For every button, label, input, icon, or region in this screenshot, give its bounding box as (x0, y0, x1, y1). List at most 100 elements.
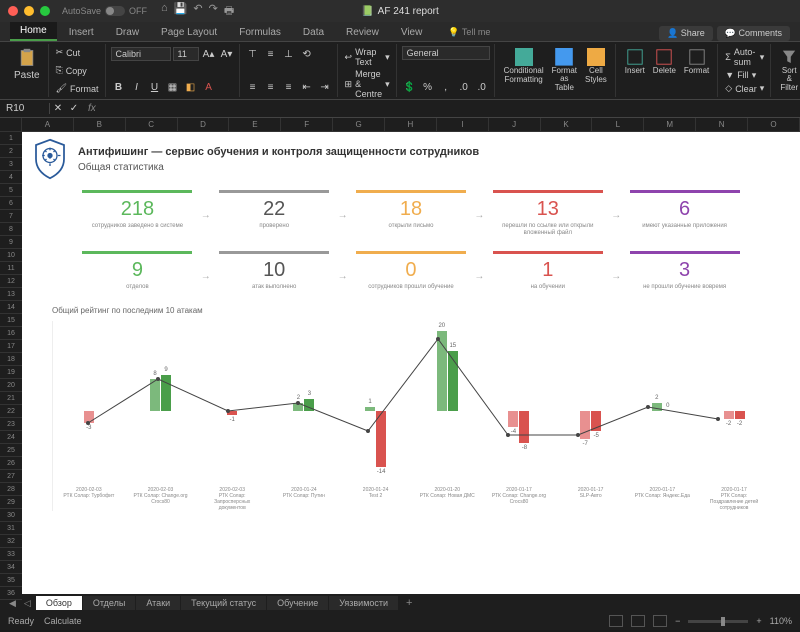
toggle-icon[interactable] (105, 6, 125, 16)
format-cells-button[interactable]: Format (680, 46, 713, 95)
worksheet[interactable]: Антифишинг — сервис обучения и контроля … (22, 132, 800, 594)
row-header[interactable]: 21 (0, 392, 22, 405)
decrease-font-icon[interactable]: A▾ (219, 46, 235, 62)
orientation-icon[interactable]: ⟲ (299, 46, 315, 62)
comments-button[interactable]: 💬 Comments (717, 26, 790, 41)
autosum-button[interactable]: Σ Auto-sum ▾ (723, 46, 766, 68)
redo-icon[interactable]: ↷ (209, 2, 218, 21)
enter-icon[interactable]: ✓ (66, 101, 82, 117)
tab-nav-prev-icon[interactable]: ◁ (21, 598, 34, 609)
row-header[interactable]: 20 (0, 379, 22, 392)
font-select[interactable]: Calibri (111, 47, 171, 61)
zoom-out-icon[interactable]: − (675, 616, 680, 626)
italic-button[interactable]: I (129, 79, 145, 95)
row-header[interactable]: 1 (0, 132, 22, 145)
row-header[interactable]: 11 (0, 262, 22, 275)
tab-data[interactable]: Data (293, 24, 334, 41)
row-header[interactable]: 9 (0, 236, 22, 249)
maximize-icon[interactable] (40, 6, 50, 16)
row-header[interactable]: 24 (0, 431, 22, 444)
align-top-icon[interactable]: ⊤ (245, 46, 261, 62)
row-header[interactable]: 30 (0, 509, 22, 522)
col-header[interactable]: L (592, 118, 644, 131)
print-icon[interactable]: 🖶 (224, 2, 234, 21)
tab-view[interactable]: View (391, 24, 433, 41)
col-header[interactable]: C (126, 118, 178, 131)
cell-styles-button[interactable]: Cell Styles (581, 46, 611, 95)
conditional-formatting-button[interactable]: Conditional Formatting (500, 46, 548, 95)
tab-nav-first-icon[interactable]: ◀ (6, 598, 19, 609)
tab-insert[interactable]: Insert (59, 24, 104, 41)
sheet-tab[interactable]: Атаки (136, 596, 180, 610)
clear-button[interactable]: ◇ Clear ▾ (723, 82, 766, 95)
col-header[interactable]: G (333, 118, 385, 131)
row-header[interactable]: 16 (0, 327, 22, 340)
border-button[interactable]: ▦ (165, 79, 181, 95)
normal-view-icon[interactable] (609, 615, 623, 627)
tab-page-layout[interactable]: Page Layout (151, 24, 227, 41)
sheet-tab[interactable]: Текущий статус (181, 596, 266, 610)
row-header[interactable]: 29 (0, 496, 22, 509)
home-icon[interactable]: ⌂ (161, 2, 168, 21)
align-bottom-icon[interactable]: ⊥ (281, 46, 297, 62)
col-header[interactable]: E (229, 118, 281, 131)
comma-icon[interactable]: , (438, 79, 454, 95)
row-header[interactable]: 22 (0, 405, 22, 418)
merge-button[interactable]: ⊞ Merge & Centre ▾ (343, 68, 392, 100)
cut-button[interactable]: ✂ Cut (54, 46, 101, 59)
currency-icon[interactable]: 💲 (402, 79, 418, 95)
zoom-slider[interactable] (688, 620, 748, 623)
tab-formulas[interactable]: Formulas (229, 24, 291, 41)
minimize-icon[interactable] (24, 6, 34, 16)
copy-button[interactable]: ⎘ Copy (54, 64, 101, 77)
sheet-tab[interactable]: Уязвимости (329, 596, 398, 610)
paste-button[interactable]: Paste (10, 46, 44, 83)
row-header[interactable]: 14 (0, 301, 22, 314)
col-header[interactable]: I (437, 118, 489, 131)
increase-font-icon[interactable]: A▴ (201, 46, 217, 62)
col-header[interactable]: M (644, 118, 696, 131)
align-right-icon[interactable]: ≡ (281, 79, 297, 95)
chart[interactable]: -389-1231-142015-4-8-7-520-2-2 2020-02-0… (52, 321, 770, 511)
row-header[interactable]: 2 (0, 145, 22, 158)
sort-filter-button[interactable]: Sort & Filter (776, 46, 800, 95)
zoom-level[interactable]: 110% (770, 616, 792, 626)
col-header[interactable]: H (385, 118, 437, 131)
row-header[interactable]: 33 (0, 548, 22, 561)
page-layout-view-icon[interactable] (631, 615, 645, 627)
row-header[interactable]: 15 (0, 314, 22, 327)
name-box[interactable]: R10 (0, 103, 50, 114)
row-header[interactable]: 26 (0, 457, 22, 470)
fill-button[interactable]: ▼ Fill ▾ (723, 69, 766, 82)
row-header[interactable]: 19 (0, 366, 22, 379)
underline-button[interactable]: U (147, 79, 163, 95)
tell-me[interactable]: 💡 Tell me (438, 24, 500, 41)
row-header[interactable]: 28 (0, 483, 22, 496)
row-header[interactable]: 13 (0, 288, 22, 301)
col-header[interactable]: B (74, 118, 126, 131)
col-header[interactable]: F (281, 118, 333, 131)
indent-right-icon[interactable]: ⇥ (317, 79, 333, 95)
increase-decimal-icon[interactable]: .0 (456, 79, 472, 95)
wrap-text-button[interactable]: ↩ Wrap Text ▾ (343, 46, 392, 68)
font-color-button[interactable]: A (201, 79, 217, 95)
decrease-decimal-icon[interactable]: .0 (474, 79, 490, 95)
cancel-icon[interactable]: ✕ (50, 101, 66, 117)
sheet-tab[interactable]: Отделы (83, 596, 136, 610)
align-center-icon[interactable]: ≡ (263, 79, 279, 95)
fill-color-button[interactable]: ◧ (183, 79, 199, 95)
row-header[interactable]: 17 (0, 340, 22, 353)
row-header[interactable]: 18 (0, 353, 22, 366)
number-format-select[interactable]: General (402, 46, 490, 60)
col-header[interactable]: A (22, 118, 74, 131)
row-header[interactable]: 31 (0, 522, 22, 535)
sheet-tab[interactable]: Обзор (36, 596, 82, 610)
row-header[interactable]: 7 (0, 210, 22, 223)
format-as-table-button[interactable]: Format as Table (548, 46, 581, 95)
col-header[interactable]: O (748, 118, 800, 131)
row-header[interactable]: 12 (0, 275, 22, 288)
indent-left-icon[interactable]: ⇤ (299, 79, 315, 95)
col-header[interactable]: N (696, 118, 748, 131)
zoom-in-icon[interactable]: + (756, 616, 761, 626)
font-size-select[interactable]: 11 (173, 47, 199, 61)
